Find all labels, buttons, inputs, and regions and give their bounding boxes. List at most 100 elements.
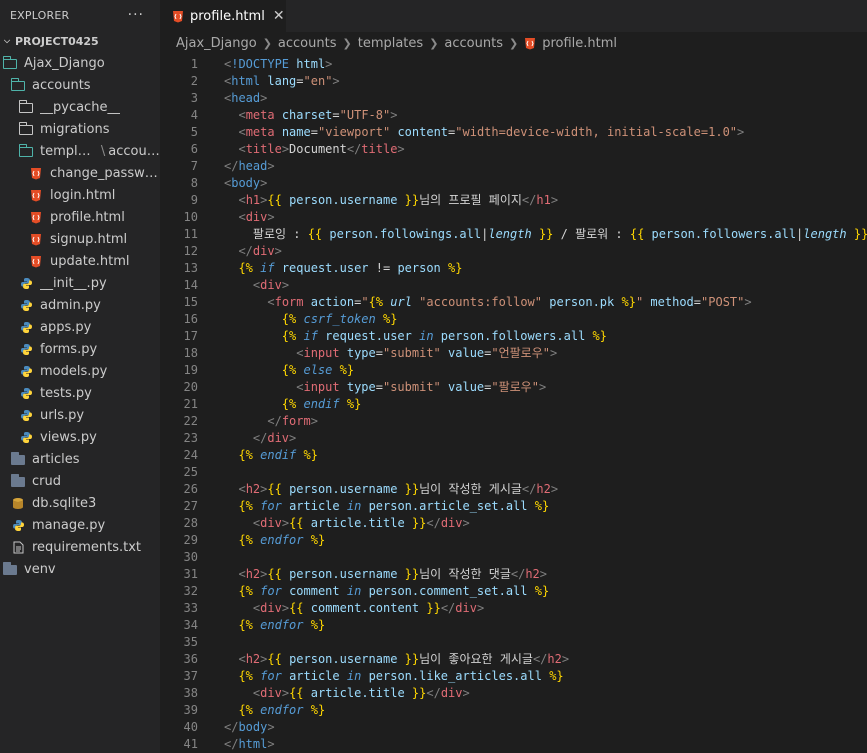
- tree-item-label: signup.html: [50, 231, 128, 247]
- html-file-icon: [28, 166, 44, 180]
- html-file-icon: [524, 37, 536, 50]
- code-line: 36 <h2>{{ person.username }}님이 좋아요한 게시글<…: [160, 651, 867, 668]
- breadcrumb-item[interactable]: Ajax_Django: [176, 36, 257, 51]
- line-number: 4: [190, 108, 198, 122]
- tree-item[interactable]: apps.py: [0, 316, 160, 338]
- line-number: 33: [183, 601, 198, 615]
- line-number: 17: [183, 329, 198, 343]
- tree-item[interactable]: articles: [0, 448, 160, 470]
- line-number: 35: [183, 635, 198, 649]
- text-file-icon: [10, 540, 26, 554]
- more-actions-icon[interactable]: ···: [128, 8, 144, 22]
- code-line: 3 <head>: [160, 90, 867, 107]
- line-number: 38: [183, 686, 198, 700]
- code-text: {% endfor %}: [238, 703, 326, 717]
- tree-item[interactable]: venv: [0, 558, 160, 580]
- code-line: 9 <h1>{{ person.username }}님의 프로필 페이지</h…: [160, 192, 867, 209]
- tree-item[interactable]: requirements.txt: [0, 536, 160, 558]
- tree-item[interactable]: models.py: [0, 360, 160, 382]
- code-line: 27 {% for article in person.article_set.…: [160, 498, 867, 515]
- line-number: 40: [183, 720, 198, 734]
- tree-item-label: update.html: [50, 253, 130, 269]
- code-line: 28 <div>{{ article.title }}</div>: [160, 515, 867, 532]
- python-file-icon: [18, 320, 34, 334]
- code-text: <h2>{{ person.username }}님이 좋아요한 게시글</h2…: [238, 652, 570, 666]
- tree-item-label: templates: [40, 143, 98, 159]
- tree-item-label: articles: [32, 451, 80, 467]
- tree-item[interactable]: profile.html: [0, 206, 160, 228]
- code-line: 8 <body>: [160, 175, 867, 192]
- python-file-icon: [18, 408, 34, 422]
- tree-item[interactable]: __init__.py: [0, 272, 160, 294]
- tree-item-label: views.py: [40, 429, 97, 445]
- breadcrumb-item[interactable]: accounts: [444, 36, 503, 51]
- tree-item[interactable]: db.sqlite3: [0, 492, 160, 514]
- tree-item[interactable]: migrations: [0, 118, 160, 140]
- code-text: <meta name="viewport" content="width=dev…: [238, 125, 745, 139]
- tree-item[interactable]: urls.py: [0, 404, 160, 426]
- tree-item[interactable]: templates\accounts: [0, 140, 160, 162]
- folder-open-icon: [10, 78, 26, 92]
- tree-item[interactable]: change_passwor...: [0, 162, 160, 184]
- code-text: <meta charset="UTF-8">: [238, 108, 398, 122]
- line-number: 39: [183, 703, 198, 717]
- tree-item-label: accounts: [32, 77, 91, 93]
- code-line: 11 팔로잉 : {{ person.followings.all|length…: [160, 226, 867, 243]
- tree-item[interactable]: admin.py: [0, 294, 160, 316]
- code-text: {% for article in person.article_set.all…: [238, 499, 550, 513]
- code-line: 30: [160, 549, 867, 566]
- code-text: </html>: [224, 737, 275, 751]
- code-text: </head>: [224, 159, 275, 173]
- tree-item-label: requirements.txt: [32, 539, 142, 555]
- code-line: 26 <h2>{{ person.username }}님이 작성한 게시글</…: [160, 481, 867, 498]
- tree-item-label: change_passwor...: [50, 165, 160, 181]
- breadcrumb-item[interactable]: templates: [358, 36, 423, 51]
- tree-item-label: __pycache__: [40, 99, 121, 115]
- tree-item-label: PROJECT0425: [15, 34, 99, 48]
- code-line: 20 <input type="submit" value="팔로우">: [160, 379, 867, 396]
- tree-item-label: tests.py: [40, 385, 92, 401]
- folder-open-icon: [18, 144, 34, 158]
- tree-item[interactable]: login.html: [0, 184, 160, 206]
- code-editor[interactable]: 1 <!DOCTYPE html> 2 <html lang="en"> 3 <head>…: [160, 54, 867, 753]
- tree-item[interactable]: update.html: [0, 250, 160, 272]
- folder-icon: [10, 452, 26, 466]
- code-line: 13 {% if request.user != person %}: [160, 260, 867, 277]
- line-number: 25: [183, 465, 198, 479]
- tree-item[interactable]: views.py: [0, 426, 160, 448]
- line-number: 11: [183, 227, 198, 241]
- line-number: 16: [183, 312, 198, 326]
- line-number: 26: [183, 482, 198, 496]
- tree-item[interactable]: tests.py: [0, 382, 160, 404]
- code-text: <input type="submit" value="팔로우">: [296, 380, 547, 394]
- tree-item[interactable]: Ajax_Django: [0, 52, 160, 74]
- tree-item[interactable]: __pycache__: [0, 96, 160, 118]
- tree-item[interactable]: forms.py: [0, 338, 160, 360]
- code-text: {% endfor %}: [238, 533, 326, 547]
- code-line: 29 {% endfor %}: [160, 532, 867, 549]
- project-root[interactable]: ⌵ PROJECT0425: [0, 30, 160, 52]
- tree-item-label: profile.html: [50, 209, 125, 225]
- breadcrumb: Ajax_Django ❯ accounts ❯ templates ❯ accounts ❯…: [160, 32, 867, 54]
- code-text: 팔로잉 : {{ person.followings.all|length }}…: [224, 227, 867, 241]
- line-number: 15: [183, 295, 198, 309]
- code-line: 4 <meta charset="UTF-8">: [160, 107, 867, 124]
- line-number: 32: [183, 584, 198, 598]
- code-text: {% csrf_token %}: [281, 312, 398, 326]
- tree-item[interactable]: manage.py: [0, 514, 160, 536]
- breadcrumb-item[interactable]: profile.html: [542, 36, 617, 51]
- code-text: </body>: [224, 720, 275, 734]
- chevron-right-icon: ❯: [342, 36, 352, 50]
- chevron-down-icon: ⌵: [3, 36, 11, 45]
- tree-item[interactable]: crud: [0, 470, 160, 492]
- line-number: 14: [183, 278, 198, 292]
- breadcrumb-item[interactable]: accounts: [278, 36, 337, 51]
- explorer-title: EXPLORER: [10, 8, 70, 22]
- code-line: 33 <div>{{ comment.content }}</div>: [160, 600, 867, 617]
- code-line: 21 {% endif %}: [160, 396, 867, 413]
- close-tab-icon[interactable]: ✕: [273, 8, 285, 24]
- line-number: 20: [183, 380, 198, 394]
- tab-profile-html[interactable]: profile.html ✕: [160, 0, 286, 32]
- tree-item[interactable]: accounts: [0, 74, 160, 96]
- tree-item[interactable]: signup.html: [0, 228, 160, 250]
